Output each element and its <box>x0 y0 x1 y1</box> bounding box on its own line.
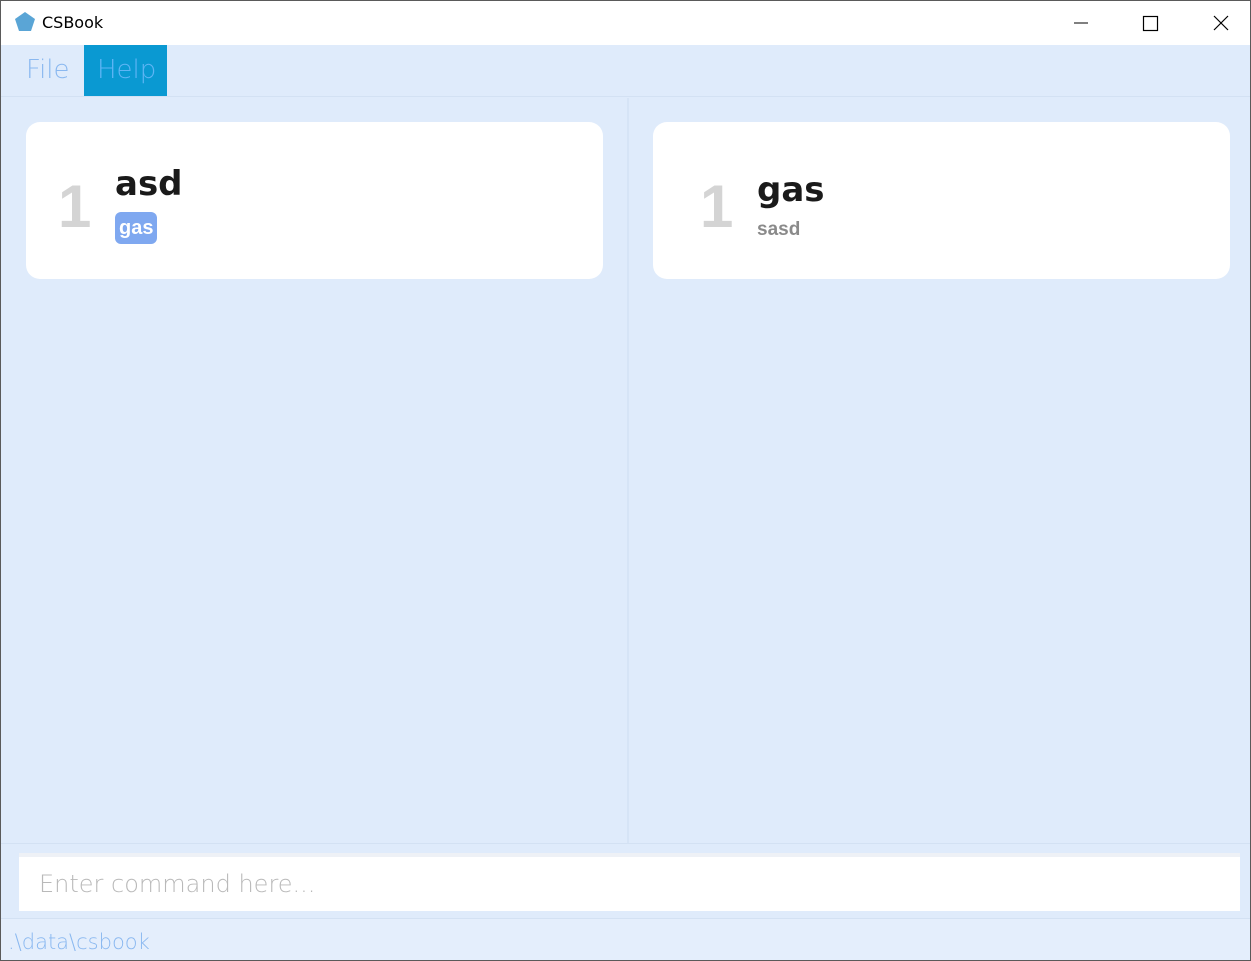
minimize-icon <box>1074 22 1088 24</box>
card-index: 1 <box>58 173 92 240</box>
card-title: gas <box>757 170 825 210</box>
menu-bar: File Help <box>1 45 1250 97</box>
save-location-path: .\data\csbook <box>8 930 150 954</box>
pentagon-app-icon <box>15 12 35 31</box>
menu-file[interactable]: File <box>13 45 83 96</box>
right-list-panel: 1 gas sasd <box>629 98 1250 843</box>
list-item-card[interactable]: 1 gas sasd <box>653 122 1230 279</box>
tag-badge: gas <box>115 212 158 244</box>
command-box <box>1 843 1250 918</box>
minimize-button[interactable] <box>1046 1 1116 45</box>
command-input[interactable] <box>19 853 1240 911</box>
close-icon <box>1213 15 1229 31</box>
menu-help[interactable]: Help <box>84 45 167 96</box>
title-bar[interactable]: CSBook <box>1 1 1250 45</box>
maximize-button[interactable] <box>1115 1 1185 45</box>
maximize-icon <box>1142 15 1159 32</box>
left-list-panel: 1 asd gas <box>1 98 627 843</box>
app-window: CSBook File Help 1 asd gas 1 gas sasd En… <box>0 0 1251 961</box>
close-button[interactable] <box>1185 1 1250 45</box>
list-item-card[interactable]: 1 asd gas <box>26 122 603 279</box>
card-index: 1 <box>700 173 734 240</box>
window-title: CSBook <box>42 13 104 32</box>
card-subtitle: sasd <box>757 219 801 240</box>
card-title: asd <box>115 164 183 204</box>
status-bar: .\data\csbook <box>1 918 1250 960</box>
